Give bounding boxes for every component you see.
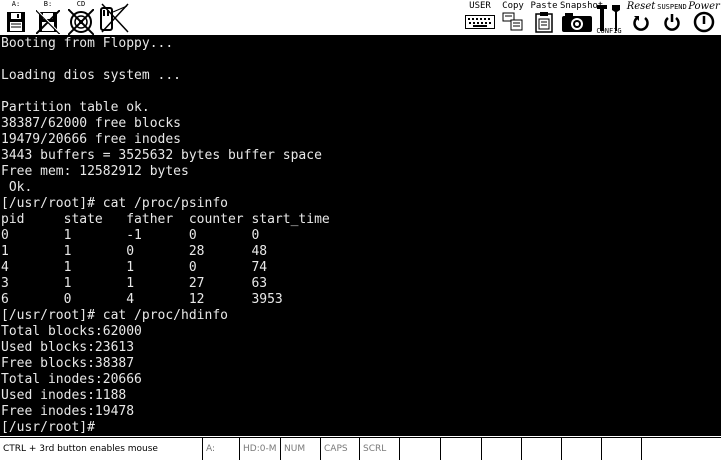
status-cell-empty (481, 438, 521, 460)
clipboard-icon (530, 10, 558, 34)
reset-icon (626, 10, 656, 34)
reset-button[interactable]: Reset (626, 0, 656, 36)
terminal-line: 6 0 4 12 3953 (1, 292, 283, 307)
terminal-line: Loading dios system ... (1, 68, 182, 83)
hd-indicator: HD:0-M (239, 438, 280, 460)
terminal-line: Total inodes:20666 (1, 372, 142, 387)
camera-icon (560, 10, 594, 34)
terminal-line: Free blocks:38387 (1, 356, 135, 371)
status-cell-empty (399, 438, 440, 460)
floppy-b-button[interactable]: B: (33, 0, 63, 36)
caps-lock-indicator: CAPS (320, 438, 359, 460)
suspend-icon (656, 10, 688, 34)
copy-icon (500, 10, 526, 34)
status-cell-empty (521, 438, 561, 460)
terminal-line: Used blocks:23613 (1, 340, 135, 355)
status-cell-empty (601, 438, 641, 460)
terminal-line: 19479/20666 free inodes (1, 132, 182, 147)
terminal-line: [/usr/root]# (1, 420, 95, 435)
config-button[interactable]: CONFIG (594, 0, 624, 36)
floppy-a-button[interactable]: A: (2, 0, 30, 36)
floppy-disabled-icon (33, 10, 63, 34)
terminal-line: Booting from Floppy... (1, 36, 174, 51)
floppy-icon (2, 10, 30, 34)
terminal-line: Free mem: 12582912 bytes (1, 164, 189, 179)
status-cell-empty (440, 438, 481, 460)
terminal-line: Ok. (1, 180, 33, 195)
paste-button[interactable]: Paste (530, 0, 558, 36)
keyboard-icon (463, 10, 497, 34)
terminal-line: 3443 buffers = 3525632 bytes buffer spac… (1, 148, 322, 163)
terminal-line: Free inodes:19478 (1, 404, 135, 419)
terminal-output: Booting from Floppy... Loading dios syste… (1, 36, 330, 436)
terminal-line: 4 1 1 0 74 (1, 260, 268, 275)
status-bar: CTRL + 3rd button enables mouse A: HD:0-… (0, 437, 721, 460)
mouse-hint: CTRL + 3rd button enables mouse (3, 444, 158, 454)
terminal-line: 38387/62000 free blocks (1, 116, 182, 131)
usb-disabled-icon (98, 2, 130, 34)
status-cell-empty (641, 438, 721, 460)
drive-a-indicator: A: (202, 438, 239, 460)
usb-button[interactable] (98, 0, 130, 36)
power-button[interactable]: Power (688, 0, 720, 36)
cdrom-disabled-icon (66, 9, 96, 35)
copy-button[interactable]: Copy (500, 0, 526, 36)
terminal-line: Partition table ok. (1, 100, 150, 115)
num-lock-indicator: NUM (280, 438, 320, 460)
terminal-line: [/usr/root]# cat /proc/psinfo (1, 196, 228, 211)
cdrom-button[interactable]: CD (66, 0, 96, 36)
power-icon (688, 10, 720, 34)
status-cell-empty (561, 438, 601, 460)
terminal-line: pid state father counter start_time (1, 212, 330, 227)
terminal-line: [/usr/root]# cat /proc/hdinfo (1, 308, 228, 323)
user-button[interactable]: USER (463, 0, 497, 36)
terminal-line: 0 1 -1 0 0 (1, 228, 260, 243)
snapshot-button[interactable]: Snapshot (560, 0, 603, 36)
suspend-button[interactable]: SUSPEND (656, 0, 688, 36)
terminal-line: Used inodes:1188 (1, 388, 127, 403)
scroll-lock-indicator: SCRL (359, 438, 399, 460)
terminal-line: Total blocks:62000 (1, 324, 142, 339)
floppy-b-label: B: (43, 0, 53, 8)
config-label: CONFIG (596, 27, 622, 35)
floppy-a-label: A: (11, 0, 21, 8)
emulator-toolbar: A: B: CD USER Copy Paste Snapshot CONFIG… (0, 0, 721, 36)
terminal-line: 3 1 1 27 63 (1, 276, 268, 291)
terminal-line: 1 1 0 28 48 (1, 244, 268, 259)
vga-terminal-screen[interactable]: Booting from Floppy... Loading dios syste… (0, 36, 721, 436)
cdrom-label: CD (76, 0, 86, 8)
